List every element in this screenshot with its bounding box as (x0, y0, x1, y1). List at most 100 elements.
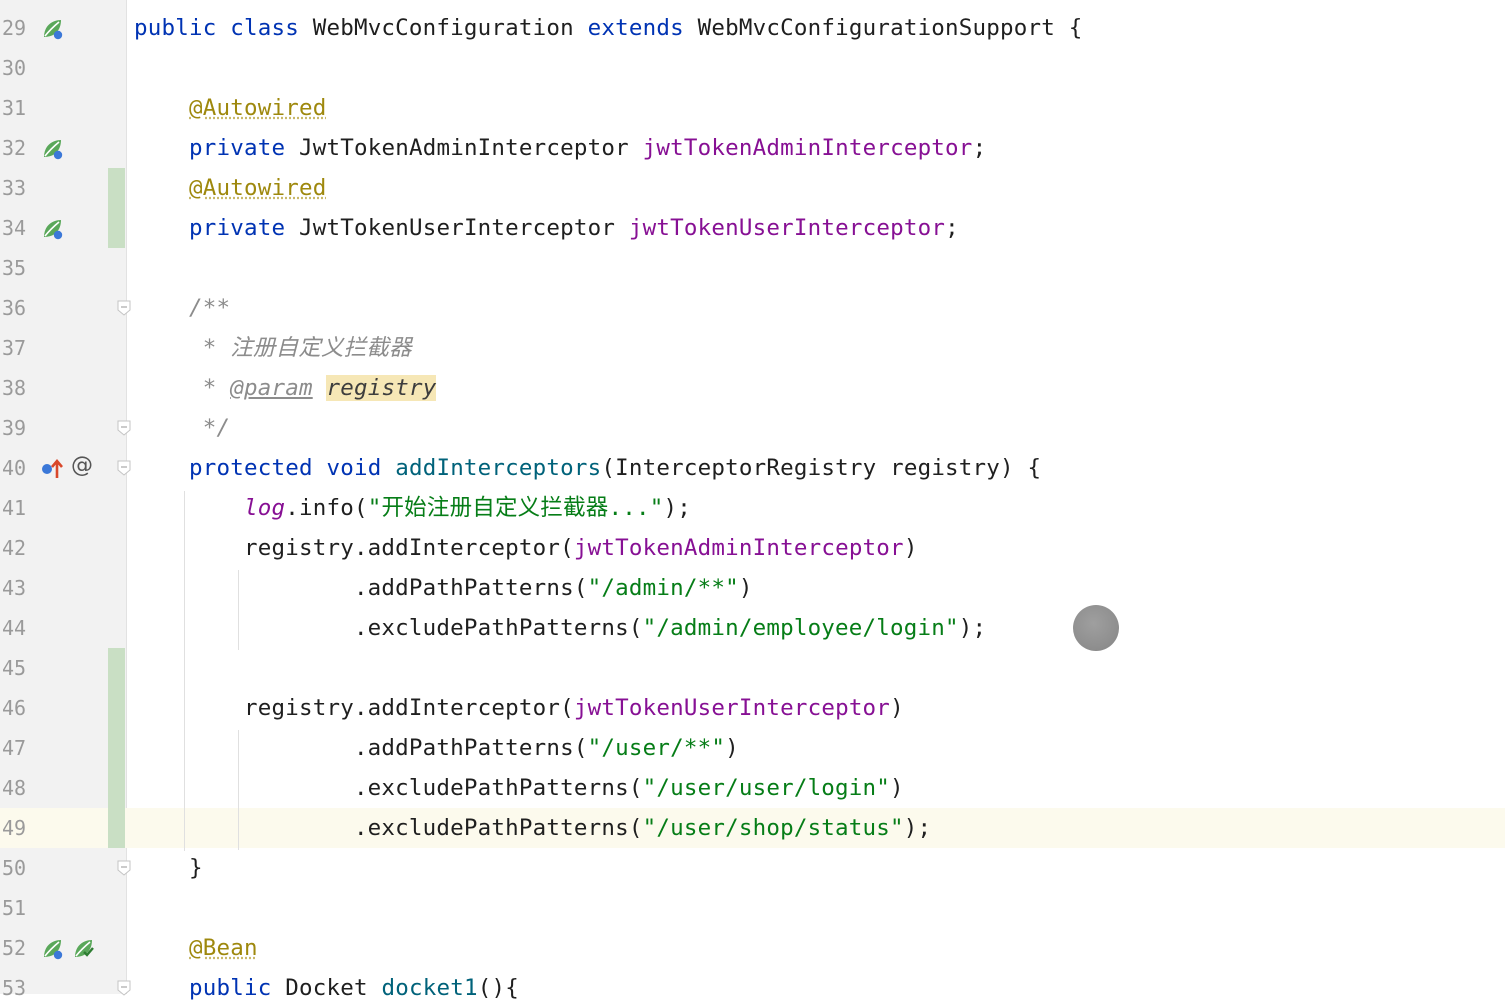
code-text[interactable]: * 注册自定义拦截器 (134, 334, 412, 362)
code-line[interactable]: 37 * 注册自定义拦截器 (0, 328, 1505, 368)
code-text[interactable]: @Autowired (134, 174, 326, 202)
code-line[interactable]: 48 .excludePathPatterns("/user/user/logi… (0, 768, 1505, 808)
code-token: /** (189, 295, 231, 321)
vcs-change-marker[interactable] (108, 768, 125, 808)
code-editor[interactable]: 29 public class WebMvcConfiguration exten… (0, 0, 1505, 1001)
fold-toggle-icon[interactable] (117, 860, 131, 876)
code-text[interactable]: registry.addInterceptor(jwtTokenAdminInt… (134, 534, 918, 562)
fold-toggle-icon[interactable] (117, 460, 131, 476)
code-token: WebMvcConfiguration (312, 15, 588, 41)
vcs-change-marker[interactable] (108, 728, 125, 768)
code-token: JwtTokenUserInterceptor (298, 215, 629, 241)
code-line[interactable]: 45 (0, 648, 1505, 688)
code-text[interactable]: protected void addInterceptors(Intercept… (134, 454, 1041, 482)
line-number: 29 (2, 16, 27, 40)
line-number: 40 (2, 456, 27, 480)
code-text[interactable]: private JwtTokenUserInterceptor jwtToken… (134, 214, 959, 242)
code-line[interactable]: 35 (0, 248, 1505, 288)
code-line[interactable]: 49 .excludePathPatterns("/user/shop/stat… (0, 808, 1505, 848)
code-text[interactable]: */ (134, 414, 230, 442)
line-number: 46 (2, 696, 27, 720)
code-token: */ (202, 415, 231, 441)
code-text[interactable]: * @param registry (134, 374, 437, 402)
code-token: @param (230, 375, 313, 401)
code-token: 开始注册自定义拦截器 (381, 495, 609, 521)
code-token: public class (134, 15, 313, 41)
code-text[interactable]: .excludePathPatterns("/user/shop/status"… (134, 814, 931, 842)
code-text[interactable]: public class WebMvcConfiguration extends… (134, 14, 1083, 42)
code-text[interactable]: .excludePathPatterns("/admin/employee/lo… (134, 614, 986, 642)
spring-bean-check-icon[interactable] (71, 937, 95, 961)
vcs-change-marker[interactable] (108, 168, 125, 208)
indent-guide (238, 570, 239, 650)
code-token: ); (958, 615, 987, 641)
spring-bean-icon[interactable] (40, 17, 64, 41)
at-icon[interactable]: @ (71, 453, 95, 478)
code-token: extends (587, 15, 698, 41)
code-line[interactable]: 53 public Docket docket1(){ (0, 968, 1505, 1008)
code-token: docket1 (381, 975, 478, 1001)
code-token: "/user/**" (587, 735, 726, 761)
code-token: ; (945, 215, 959, 241)
code-line[interactable]: 31 @Autowired (0, 88, 1505, 128)
vcs-change-marker[interactable] (108, 688, 125, 728)
fold-toggle-icon[interactable] (117, 420, 131, 436)
code-text[interactable]: .addPathPatterns("/admin/**") (134, 574, 753, 602)
code-line[interactable]: 38 * @param registry (0, 368, 1505, 408)
code-line[interactable]: 30 (0, 48, 1505, 88)
code-line[interactable]: 39 */ (0, 408, 1505, 448)
code-line[interactable]: 50 } (0, 848, 1505, 888)
code-token: @Autowired (189, 95, 327, 121)
code-text[interactable]: log.info("开始注册自定义拦截器..."); (134, 494, 691, 522)
line-number: 47 (2, 736, 27, 760)
code-text[interactable]: } (134, 854, 203, 882)
code-text[interactable]: .addPathPatterns("/user/**") (134, 734, 739, 762)
code-text[interactable]: private JwtTokenAdminInterceptor jwtToke… (134, 134, 986, 162)
code-line[interactable]: 32 private JwtTokenAdminInterceptor jwtT… (0, 128, 1505, 168)
code-token: * (202, 335, 231, 361)
vcs-change-marker[interactable] (108, 808, 125, 848)
code-text[interactable]: public Docket docket1(){ (134, 974, 519, 1002)
code-text[interactable]: .excludePathPatterns("/user/user/login") (134, 774, 904, 802)
code-token: jwtTokenUserInterceptor (628, 215, 946, 241)
code-line[interactable]: 43 .addPathPatterns("/admin/**") (0, 568, 1505, 608)
line-number: 53 (2, 976, 27, 1000)
fold-toggle-icon[interactable] (117, 300, 131, 316)
line-number: 51 (2, 896, 27, 920)
code-line[interactable]: 29 public class WebMvcConfiguration exten… (0, 8, 1505, 48)
code-line[interactable]: 41 log.info("开始注册自定义拦截器..."); (0, 488, 1505, 528)
line-number: 42 (2, 536, 27, 560)
code-text[interactable]: @Autowired (134, 94, 326, 122)
code-text[interactable]: registry.addInterceptor(jwtTokenUserInte… (134, 694, 904, 722)
code-line[interactable]: 52 @Bean (0, 928, 1505, 968)
code-line[interactable]: 36 /** (0, 288, 1505, 328)
vcs-change-marker[interactable] (108, 208, 125, 248)
code-line[interactable]: 40 @ protected void addInterceptors(Inter… (0, 448, 1505, 488)
spring-bean-icon[interactable] (40, 137, 64, 161)
code-line[interactable]: 44 .excludePathPatterns("/admin/employee… (0, 608, 1505, 648)
code-token: log (243, 495, 286, 521)
code-line[interactable]: 47 .addPathPatterns("/user/**") (0, 728, 1505, 768)
code-token: WebMvcConfigurationSupport { (697, 15, 1083, 41)
code-line[interactable]: 33 @Autowired (0, 168, 1505, 208)
code-line[interactable]: 42 registry.addInterceptor(jwtTokenAdmin… (0, 528, 1505, 568)
code-line[interactable]: 34 private JwtTokenUserInterceptor jwtTo… (0, 208, 1505, 248)
vcs-change-marker[interactable] (108, 648, 125, 688)
line-number: 36 (2, 296, 27, 320)
code-line[interactable]: 51 (0, 888, 1505, 928)
code-token: jwtTokenUserInterceptor (573, 695, 891, 721)
code-token: (){ (477, 975, 519, 1001)
code-line[interactable]: 46 registry.addInterceptor(jwtTokenUserI… (0, 688, 1505, 728)
code-token: jwtTokenAdminInterceptor (573, 535, 904, 561)
override-up-icon[interactable] (40, 457, 64, 481)
spring-bean-icon[interactable] (40, 937, 64, 961)
spring-bean-icon[interactable] (40, 217, 64, 241)
code-text[interactable]: @Bean (134, 934, 258, 962)
code-text[interactable]: /** (134, 294, 230, 322)
